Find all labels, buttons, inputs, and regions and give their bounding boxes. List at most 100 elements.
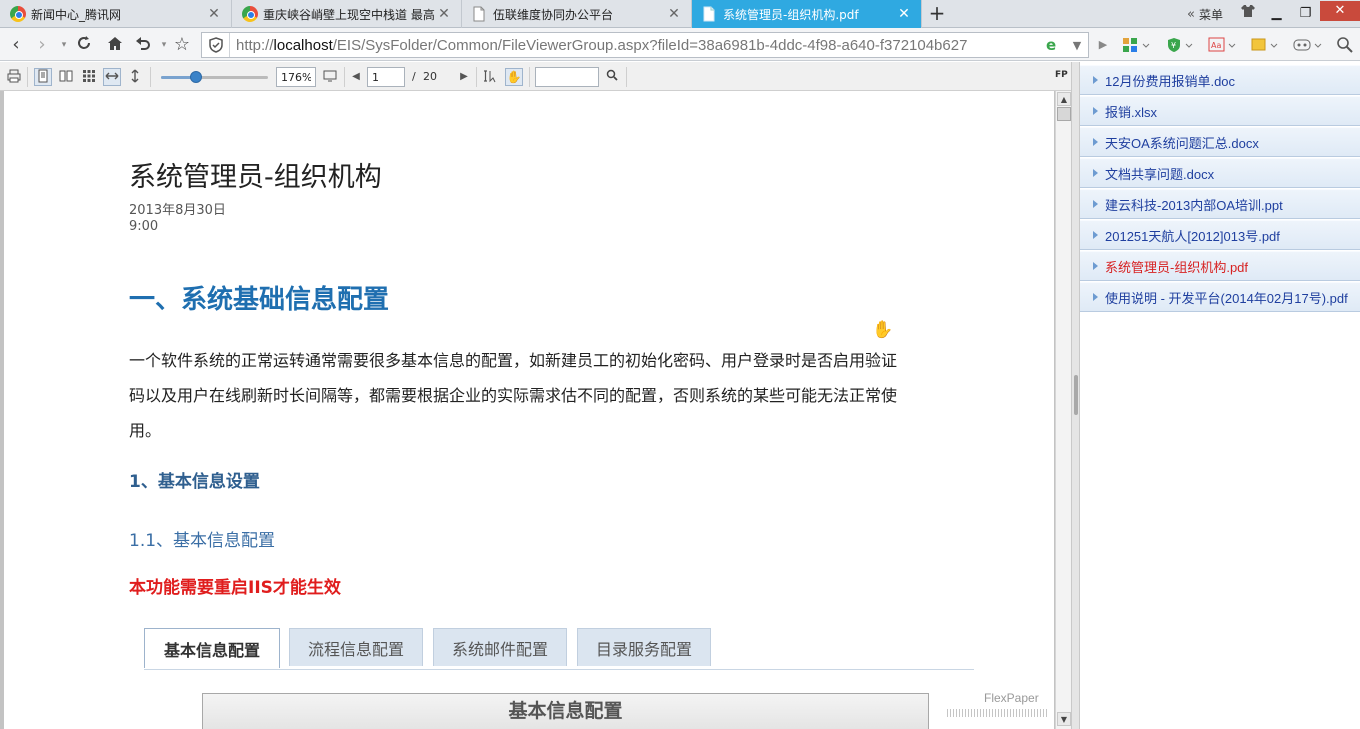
toolbar-divider xyxy=(626,67,627,87)
browser-tab-pdf[interactable]: 系统管理员-组织机构.pdf ✕ xyxy=(692,0,922,28)
splitter-grip[interactable] xyxy=(1074,375,1078,415)
restore-button[interactable]: ❐ xyxy=(1291,4,1320,24)
toolbar-divider xyxy=(150,67,151,87)
back-button[interactable]: ‹ xyxy=(5,34,27,56)
file-list-item[interactable]: 建云科技-2013内部OA培训.ppt xyxy=(1080,189,1360,219)
file-list-item[interactable]: 系统管理员-组织机构.pdf xyxy=(1080,251,1360,281)
browser-tab-chongqing[interactable]: 重庆峡谷峭壁上现空中栈道 最高 ✕ xyxy=(232,0,462,28)
close-window-button[interactable]: ✕ xyxy=(1320,1,1360,21)
zoom-level-input[interactable] xyxy=(276,67,316,87)
chevron-down-icon[interactable]: ▾ xyxy=(53,34,75,56)
tab-label: 伍联维度协同办公平台 xyxy=(493,7,614,22)
zoom-slider-handle[interactable] xyxy=(190,71,203,83)
file-name: 使用说明 - 开发平台(2014年02月17号).pdf xyxy=(1105,290,1348,306)
money-icon[interactable]: ¥ xyxy=(1166,36,1196,54)
browser-tab-bar: 新闻中心_腾讯网 ✕ 重庆峡谷峭壁上现空中栈道 最高 ✕ 伍联维度协同办公平台 … xyxy=(0,0,1360,28)
chevron-down-icon[interactable]: ▼ xyxy=(1066,39,1088,52)
doc-title: 系统管理员-组织机构 xyxy=(129,162,382,193)
previous-page-button[interactable]: ◀ xyxy=(347,68,365,86)
fit-width-icon[interactable] xyxy=(103,68,121,86)
tab-label: 重庆峡谷峭壁上现空中栈道 最高 xyxy=(263,7,435,22)
browser-tab-news[interactable]: 新闻中心_腾讯网 ✕ xyxy=(0,0,232,28)
toolbar-divider xyxy=(529,67,530,87)
scroll-thumb[interactable] xyxy=(1057,107,1071,121)
triangle-right-icon xyxy=(1093,169,1098,177)
browser-ie-icon xyxy=(10,6,26,22)
browser-tab-oa[interactable]: 伍联维度协同办公平台 ✕ xyxy=(462,0,692,28)
page-number-input[interactable] xyxy=(367,67,405,87)
triangle-right-icon xyxy=(1093,200,1098,208)
file-list-item[interactable]: 使用说明 - 开发平台(2014年02月17号).pdf xyxy=(1080,282,1360,312)
url-text[interactable]: http://localhost/EIS/SysFolder/Common/Fi… xyxy=(230,37,1046,54)
url-path: /EIS/SysFolder/Common/FileViewerGroup.as… xyxy=(332,36,968,54)
translate-icon[interactable]: Aa xyxy=(1208,36,1238,54)
print-icon[interactable] xyxy=(5,68,23,86)
scroll-down-button[interactable]: ▼ xyxy=(1057,712,1071,726)
browser-ie-icon xyxy=(242,6,258,22)
page-separator: / xyxy=(412,70,416,83)
doc-heading-3: 1.1、基本信息配置 xyxy=(129,531,276,551)
refresh-button[interactable] xyxy=(73,34,95,56)
pane-splitter[interactable] xyxy=(1071,62,1080,729)
tab-label: 新闻中心_腾讯网 xyxy=(31,7,122,22)
scroll-up-button[interactable]: ▲ xyxy=(1057,92,1071,106)
address-bar[interactable]: http://localhost/EIS/SysFolder/Common/Fi… xyxy=(201,32,1089,58)
doc-heading-1: 一、系统基础信息配置 xyxy=(129,285,390,315)
zoom-search-icon[interactable] xyxy=(1336,36,1354,54)
doc-time: 9:00 xyxy=(129,219,159,234)
toolbar-divider xyxy=(344,67,345,87)
flexpaper-brand: FlexPaper xyxy=(984,691,1039,705)
shield-icon[interactable] xyxy=(202,33,230,57)
search-icon[interactable] xyxy=(603,68,621,86)
thumbnail-grid-icon[interactable] xyxy=(80,68,98,86)
file-list-item[interactable]: 文档共享问题.docx xyxy=(1080,158,1360,188)
undo-button[interactable] xyxy=(132,34,154,56)
zoom-slider[interactable] xyxy=(161,71,268,83)
apps-icon[interactable] xyxy=(1122,36,1152,54)
file-name: 文档共享问题.docx xyxy=(1105,166,1215,182)
document-viewport[interactable]: 系统管理员-组织机构 2013年8月30日 9:00 一、系统基础信息配置 一个… xyxy=(0,91,1075,729)
vertical-scrollbar[interactable]: ▲ ▼ xyxy=(1055,91,1071,729)
navigation-bar: ‹ › ▾ ▾ ☆ http://localhost/EIS/SysFolder… xyxy=(0,28,1360,61)
page-icon xyxy=(702,6,718,22)
page-total: 20 xyxy=(423,70,437,83)
close-icon[interactable]: ✕ xyxy=(205,6,223,22)
play-icon[interactable]: ▶ xyxy=(1092,34,1114,56)
file-name: 建云科技-2013内部OA培训.ppt xyxy=(1105,197,1283,213)
search-input[interactable] xyxy=(535,67,599,87)
minimize-button[interactable]: ▁ xyxy=(1262,4,1291,24)
triangle-right-icon xyxy=(1093,262,1098,270)
two-page-icon[interactable] xyxy=(57,68,75,86)
next-page-button[interactable]: ▶ xyxy=(455,68,473,86)
gamepad-icon[interactable] xyxy=(1293,36,1323,54)
window-controls: « 菜单 ▁ ❐ ✕ xyxy=(1187,0,1360,28)
shirt-icon[interactable] xyxy=(1233,4,1262,24)
close-icon[interactable]: ✕ xyxy=(665,6,683,22)
embedded-panel-title: 基本信息配置 xyxy=(202,693,929,729)
fullscreen-icon[interactable] xyxy=(321,68,339,86)
menu-button[interactable]: 菜单 xyxy=(1199,6,1223,23)
file-list-item[interactable]: 报销.xlsx xyxy=(1080,96,1360,126)
single-page-icon[interactable] xyxy=(34,68,52,86)
file-list-item[interactable]: 12月份费用报销单.doc xyxy=(1080,65,1360,95)
new-tab-button[interactable]: + xyxy=(926,3,948,25)
double-chevron-left-icon[interactable]: « xyxy=(1187,7,1195,22)
star-icon[interactable]: ☆ xyxy=(171,34,193,56)
close-icon[interactable]: ✕ xyxy=(895,6,913,22)
hand-tool-icon[interactable]: ✋ xyxy=(505,68,523,86)
ie-compat-icon[interactable]: e xyxy=(1046,36,1066,54)
close-icon[interactable]: ✕ xyxy=(435,6,453,22)
file-list-item[interactable]: 201251天航人[2012]013号.pdf xyxy=(1080,220,1360,250)
screenshot-icon[interactable] xyxy=(1250,36,1280,54)
forward-button[interactable]: › xyxy=(31,34,53,56)
text-select-icon[interactable] xyxy=(481,68,499,86)
document-page: 系统管理员-组织机构 2013年8月30日 9:00 一、系统基础信息配置 一个… xyxy=(4,91,1054,729)
home-button[interactable] xyxy=(104,34,126,56)
tab-label: 系统管理员-组织机构.pdf xyxy=(723,7,859,22)
file-name: 报销.xlsx xyxy=(1105,104,1158,120)
file-list-item[interactable]: 天安OA系统问题汇总.docx xyxy=(1080,127,1360,157)
url-host: localhost xyxy=(273,36,333,54)
fit-height-icon[interactable] xyxy=(126,68,144,86)
toolbar-divider xyxy=(27,67,28,87)
url-scheme: http:// xyxy=(236,36,274,54)
